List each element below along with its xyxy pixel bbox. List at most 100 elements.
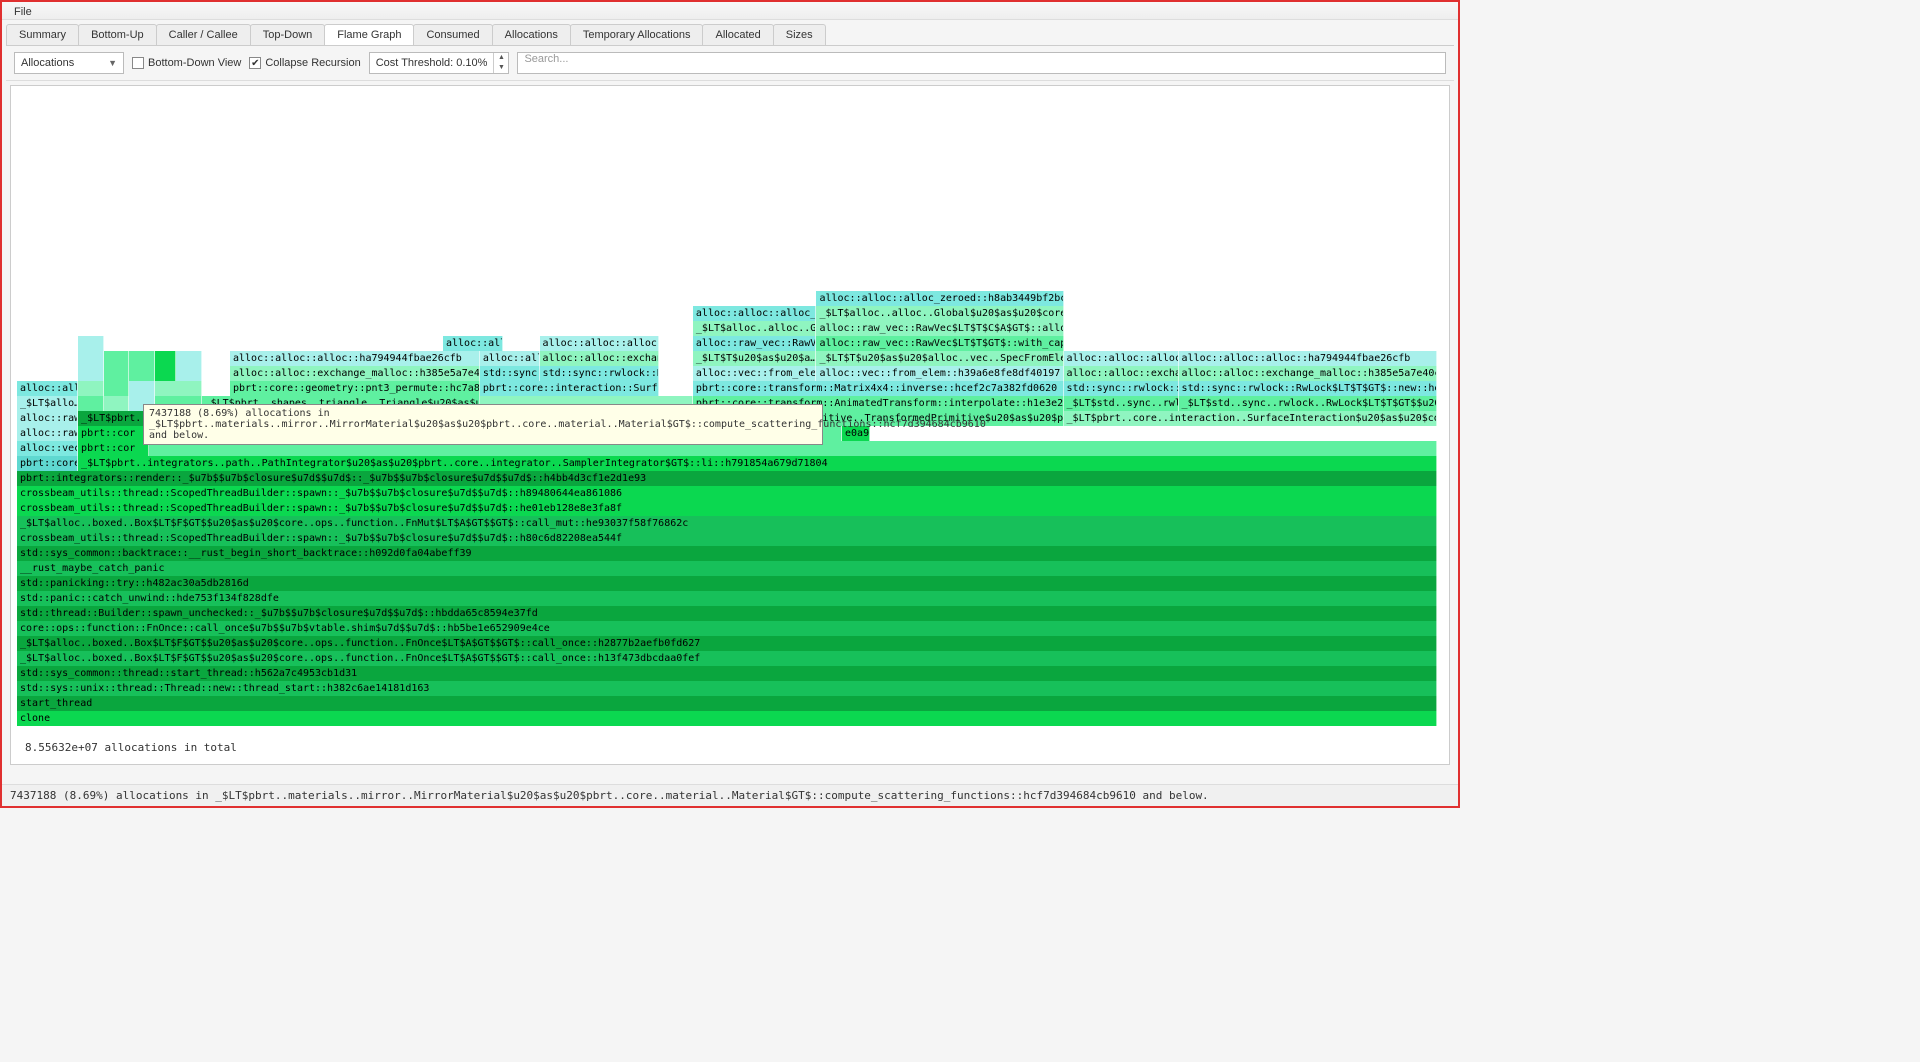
flame-frame[interactable] [104,381,130,396]
flame-frame[interactable]: std::sys::unix::thread::Thread::new::thr… [17,681,1437,696]
data-source-select[interactable]: Allocations ▼ [14,52,124,74]
flame-frame[interactable] [78,366,104,381]
flame-frame[interactable]: _$LT$pbrt..integrators..path..PathIntegr… [78,456,1437,471]
flame-frame[interactable]: _$LT$alloc..alloc..Gl [693,321,817,336]
flame-frame[interactable]: std::sync::rwlock::Rw [540,366,659,381]
tab-sizes[interactable]: Sizes [773,24,826,45]
flame-frame[interactable]: __rust_maybe_catch_panic [17,561,1437,576]
flame-frame[interactable]: _$LT$std..sync..rwlock..RwLock$LT$T$GT$$… [1179,396,1437,411]
flame-frame[interactable]: std::sys_common::backtrace::__rust_begin… [17,546,1437,561]
flame-frame[interactable]: pbrt::core::transform::Matrix4x4::invers… [693,381,1064,396]
flame-frame[interactable]: pbrt::cor [78,441,149,456]
menu-file[interactable]: File [8,4,38,20]
flame-frame[interactable]: alloc::vec [17,441,78,456]
flame-frame[interactable]: _$LT$alloc..boxed..Box$LT$F$GT$$u20$as$u… [17,636,1437,651]
flame-frame[interactable]: alloc::raw_vec::RawVe [693,336,817,351]
flame-frame[interactable]: _$LT$allo… [17,396,78,411]
tab-top-down[interactable]: Top-Down [250,24,326,45]
flame-frame[interactable] [129,366,155,381]
flame-frame[interactable]: alloc::alloc::alloc:: [1064,351,1179,366]
flame-frame[interactable]: start_thread [17,696,1437,711]
flame-frame[interactable]: crossbeam_utils::thread::ScopedThreadBui… [17,486,1437,501]
tab-bottom-up[interactable]: Bottom-Up [78,24,157,45]
flame-frame[interactable] [129,351,155,366]
spinner-down-icon[interactable]: ▼ [494,63,508,73]
tab-caller-callee[interactable]: Caller / Callee [156,24,251,45]
cost-threshold-spinner[interactable]: Cost Threshold: 0.10% ▲ ▼ [369,52,510,74]
flame-frame[interactable]: alloc::alloc::alloc::ha794944fbae26cfb [230,351,480,366]
flame-frame[interactable]: _$LT$std..sync..rwloc [1064,396,1179,411]
flame-frame[interactable]: std::panicking::try::h482ac30a5db2816d [17,576,1437,591]
flame-frame[interactable]: alloc::all [17,381,78,396]
flame-frame[interactable]: _$LT$T$u20$as$u20$a… [693,351,817,366]
chevron-down-icon: ▼ [108,58,117,68]
flame-frame[interactable]: std::thread::Builder::spawn_unchecked::_… [17,606,1437,621]
flame-frame[interactable]: alloc::raw_vec::RawVec$LT$T$C$A$GT$::all… [816,321,1063,336]
search-input[interactable]: Search... [517,52,1446,74]
flame-frame[interactable]: alloc::vec::from_elem [693,366,817,381]
flame-frame[interactable]: alloc::alloc::exchange_malloc::h385e5a7e… [1179,366,1437,381]
flame-frame[interactable]: pbrt::core [17,456,78,471]
flame-frame[interactable]: alloc::raw [17,411,78,426]
data-source-value: Allocations [21,57,74,69]
flame-frame[interactable]: std::sync: [480,366,540,381]
statusbar: 7437188 (8.69%) allocations in _$LT$pbrt… [2,784,1458,806]
flame-frame[interactable] [104,396,130,411]
flame-frame[interactable]: _$LT$alloc..boxed..Box$LT$F$GT$$u20$as$u… [17,516,1437,531]
flame-frame[interactable]: std::sync::rwlock::Rw [1064,381,1179,396]
tab-temporary-allocations[interactable]: Temporary Allocations [570,24,704,45]
flame-frame[interactable] [78,336,104,351]
checkbox-checked-icon: ✔ [249,57,261,69]
flame-frame[interactable]: _$LT$alloc..boxed..Box$LT$F$GT$$u20$as$u… [17,651,1437,666]
tab-allocations[interactable]: Allocations [492,24,571,45]
flame-frame[interactable]: _$LT$pbrt..core..interaction..SurfaceInt… [1064,411,1437,426]
flame-frame[interactable]: clone [17,711,1437,726]
flame-frame[interactable] [176,351,202,366]
flame-frame[interactable] [176,366,202,381]
flame-frame[interactable]: alloc::alloc::alloc_z [693,306,817,321]
collapse-recursion-checkbox[interactable]: ✔ Collapse Recursion [249,57,360,69]
flame-frame[interactable]: core::ops::function::FnOnce::call_once$u… [17,621,1437,636]
tab-allocated[interactable]: Allocated [702,24,773,45]
flame-frame[interactable]: _$LT$alloc..alloc..Global$u20$as$u20$cor… [816,306,1063,321]
flame-frame[interactable]: alloc::alloc::alloc:: [540,336,659,351]
flame-frame[interactable]: alloc::alloc::alloc_zeroed::h8ab3449bf2b… [816,291,1063,306]
flame-frame[interactable]: alloc::raw_vec::RawVec$LT$T$GT$::with_ca… [816,336,1063,351]
flame-frame[interactable] [155,351,176,366]
flame-frame[interactable]: alloc::alloc::exchang [540,351,659,366]
flame-frame[interactable]: alloc::raw [17,426,78,441]
flame-frame[interactable]: std::sync::rwlock::RwLock$LT$T$GT$::new:… [1179,381,1437,396]
flame-frame[interactable]: pbrt::core::interaction::Surface [480,381,659,396]
flame-frame[interactable]: alloc::vec::from_elem::h39a6e8fe8df40197 [816,366,1063,381]
flame-graph-canvas[interactable]: clonestart_threadstd::sys::unix::thread:… [10,85,1450,765]
flame-frame[interactable]: pbrt::integrators::render::_$u7b$$u7b$cl… [17,471,1437,486]
flame-frame[interactable]: alloc::alloc::alloc::ha794944fbae26cfb [1179,351,1437,366]
flame-frame[interactable]: alloc::alloc::exchang [1064,366,1179,381]
flame-frame[interactable] [78,351,104,366]
flame-frame[interactable]: pbrt::core::geometry::pnt3_permute::hc7a… [230,381,480,396]
flame-frame[interactable]: crossbeam_utils::thread::ScopedThreadBui… [17,501,1437,516]
tab-consumed[interactable]: Consumed [413,24,492,45]
flame-frame[interactable] [129,381,155,396]
flame-frame[interactable]: std::panic::catch_unwind::hde753f134f828… [17,591,1437,606]
tab-summary[interactable]: Summary [6,24,79,45]
bottom-down-checkbox[interactable]: Bottom-Down View [132,57,241,69]
checkbox-icon [132,57,144,69]
flame-frame[interactable]: alloc::alloc::exchange_malloc::h385e5a7e… [230,366,480,381]
flame-frame[interactable]: _$LT$T$u20$as$u20$alloc..vec..SpecFromEl… [816,351,1063,366]
spinner-up-icon[interactable]: ▲ [494,53,508,63]
tooltip-line2: _$LT$pbrt..materials..mirror..MirrorMate… [149,419,817,430]
flame-frame[interactable]: alloc::all [480,351,540,366]
flame-frame[interactable] [104,351,130,366]
flame-frame[interactable] [155,381,202,396]
flame-frame[interactable] [155,366,176,381]
flame-frame[interactable] [104,366,130,381]
flame-frame[interactable]: alloc::all [443,336,503,351]
flame-frame[interactable]: std::sys_common::thread::start_thread::h… [17,666,1437,681]
flame-frame[interactable] [78,381,104,396]
flame-frame[interactable]: pbrt::cor [78,426,149,441]
flame-frame[interactable]: crossbeam_utils::thread::ScopedThreadBui… [17,531,1437,546]
tooltip: 7437188 (8.69%) allocations in _$LT$pbrt… [143,404,823,445]
flame-frame[interactable] [78,396,104,411]
tab-flame-graph[interactable]: Flame Graph [324,24,414,45]
